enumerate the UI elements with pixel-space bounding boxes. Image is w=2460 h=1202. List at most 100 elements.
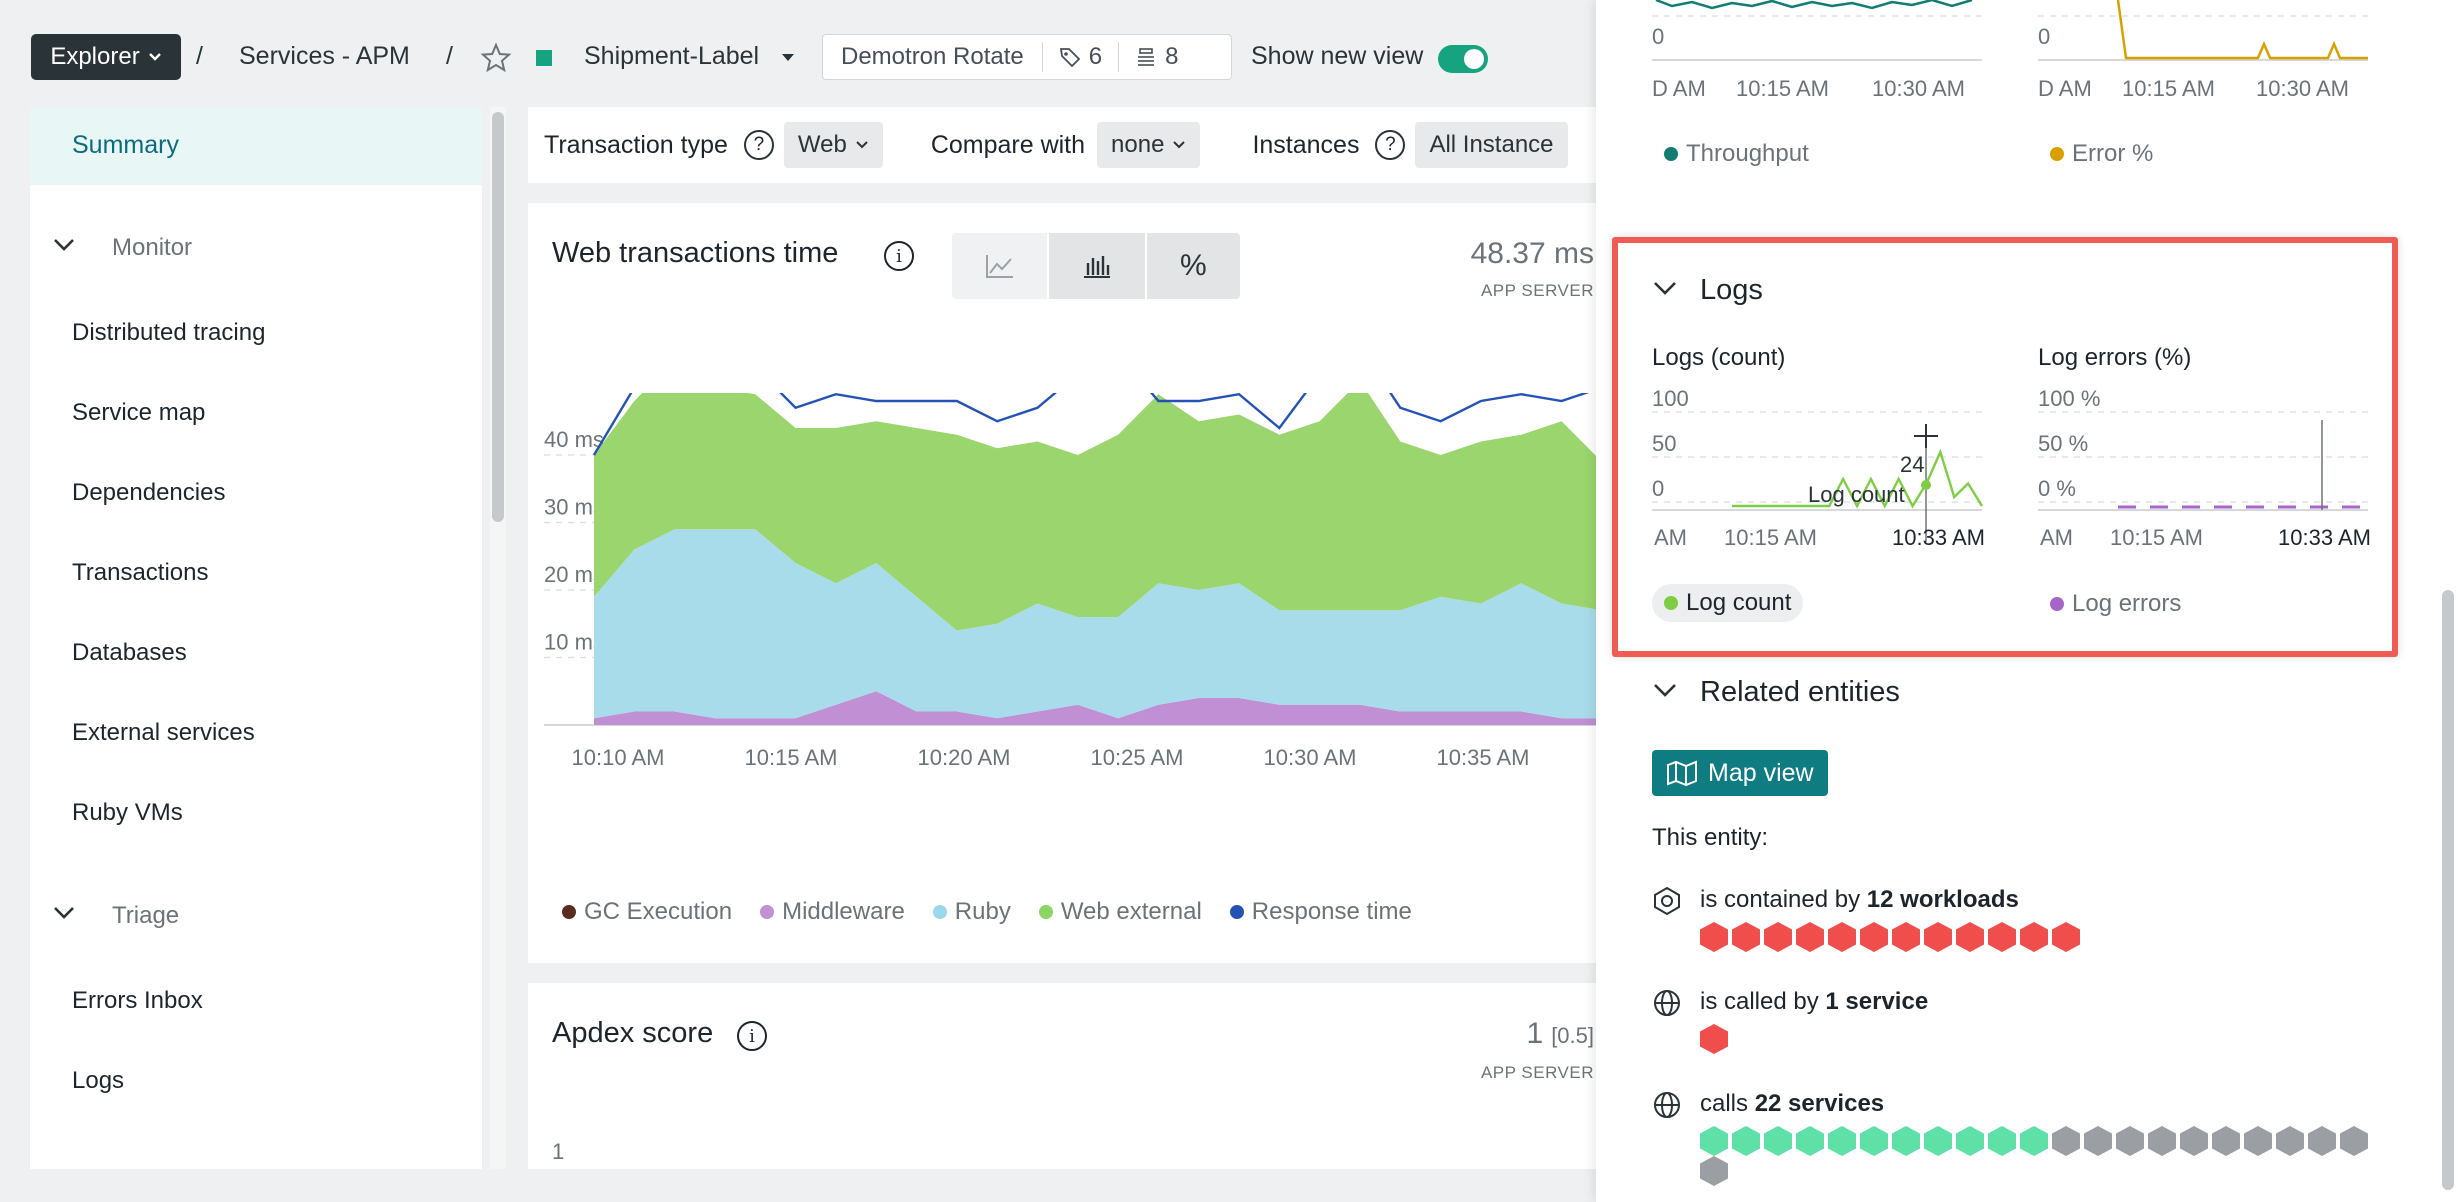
callee-service-hex[interactable] <box>2276 1126 2304 1156</box>
stacked-chart-mode-button[interactable] <box>1049 233 1145 299</box>
mini-x-tick: D AM <box>2038 76 2092 101</box>
callee-service-hex[interactable] <box>2308 1126 2336 1156</box>
workload-hex[interactable] <box>1796 922 1824 952</box>
callee-service-hex[interactable] <box>1796 1126 1824 1156</box>
caller-hex-list <box>1700 1024 1732 1054</box>
entity-metadata-bar[interactable]: Demotron Rotate 6 8 <box>822 34 1232 80</box>
sidebar-item-databases[interactable]: Databases <box>72 639 187 667</box>
sidebar-item-summary[interactable]: Summary <box>30 107 482 185</box>
favorite-star-icon[interactable] <box>480 42 512 74</box>
legend-item-error-rate[interactable]: Error % <box>2050 140 2153 168</box>
contained-by-count[interactable]: 12 workloads <box>1867 886 2019 913</box>
map-view-label: Map view <box>1708 758 1814 787</box>
sidebar-item-logs[interactable]: Logs <box>72 1067 124 1095</box>
callee-service-hex[interactable] <box>1700 1156 1728 1186</box>
workload-hex[interactable] <box>1860 922 1888 952</box>
workload-hex[interactable] <box>2020 922 2048 952</box>
workload-hex[interactable] <box>1732 922 1760 952</box>
callee-service-hex[interactable] <box>1924 1126 1952 1156</box>
sidebar-item-dependencies[interactable]: Dependencies <box>72 479 225 507</box>
chevron-down-icon[interactable] <box>52 905 76 921</box>
filter-bar: Transaction type ? Web Compare with none… <box>528 107 1618 183</box>
error-rate-mini-chart[interactable] <box>2038 0 2378 70</box>
help-icon[interactable]: ? <box>743 130 774 160</box>
map-view-button[interactable]: Map view <box>1652 750 1828 796</box>
callee-service-hex[interactable] <box>1700 1126 1728 1156</box>
help-icon[interactable]: ? <box>1375 130 1406 160</box>
web-transactions-chart[interactable]: 10 ms20 ms30 ms40 ms50 ms60 ms 10:10 AM1… <box>528 393 1618 863</box>
transaction-type-select[interactable]: Web <box>783 122 883 168</box>
panel-scrollbar-thumb[interactable] <box>2442 590 2454 1190</box>
callee-service-hex[interactable] <box>1732 1126 1760 1156</box>
info-icon[interactable]: i <box>737 1021 767 1051</box>
x-tick: 10:25 AM <box>1091 745 1184 770</box>
workload-hex[interactable] <box>1700 922 1728 952</box>
entity-dropdown-icon[interactable] <box>780 52 796 64</box>
legend-item-response-time[interactable]: Response time <box>1229 898 1412 926</box>
callee-service-hex[interactable] <box>2180 1126 2208 1156</box>
callee-service-hex[interactable] <box>1988 1126 2016 1156</box>
callee-service-hex[interactable] <box>1828 1126 1856 1156</box>
breadcrumb-separator: / <box>446 42 453 70</box>
throughput-mini-chart[interactable] <box>1652 0 1992 70</box>
chevron-down-icon[interactable] <box>52 237 76 253</box>
legend-item-throughput[interactable]: Throughput <box>1664 140 1809 168</box>
sidebar-item-ruby-vms[interactable]: Ruby VMs <box>72 799 183 827</box>
callee-service-hex[interactable] <box>2084 1126 2112 1156</box>
logs-highlight-box <box>1612 237 2398 657</box>
workload-hex[interactable] <box>1924 922 1952 952</box>
related-entities-title[interactable]: Related entities <box>1700 676 1900 709</box>
callee-service-hex[interactable] <box>2052 1126 2080 1156</box>
legend-dot <box>1229 905 1244 919</box>
callee-service-hex[interactable] <box>1956 1126 1984 1156</box>
callee-service-hex[interactable] <box>1764 1126 1792 1156</box>
compare-with-select[interactable]: none <box>1097 122 1201 168</box>
tag-icon <box>1059 48 1081 68</box>
legend-item-gc-execution[interactable]: GC Execution <box>562 898 732 926</box>
sidebar: Summary Monitor Distributed tracing Serv… <box>30 107 482 1169</box>
workload-hex[interactable] <box>2052 922 2080 952</box>
sidebar-item-errors-inbox[interactable]: Errors Inbox <box>72 987 203 1015</box>
sidebar-item-external-services[interactable]: External services <box>72 719 255 747</box>
legend-item-ruby[interactable]: Ruby <box>932 898 1011 926</box>
calls-count[interactable]: 22 services <box>1755 1090 1884 1117</box>
callee-service-hex[interactable] <box>1892 1126 1920 1156</box>
breadcrumb-services-apm[interactable]: Services - APM <box>239 42 410 71</box>
legend-item-middleware[interactable]: Middleware <box>760 898 905 926</box>
sidebar-scrollbar-thumb[interactable] <box>492 112 504 522</box>
sidebar-section-triage[interactable]: Triage <box>112 902 179 930</box>
workload-hex[interactable] <box>1764 922 1792 952</box>
mini-y-tick: 0 <box>1652 24 1665 49</box>
called-by-count[interactable]: 1 service <box>1825 988 1928 1015</box>
instances-select[interactable]: All Instance <box>1415 122 1568 168</box>
callee-service-hex[interactable] <box>1860 1126 1888 1156</box>
callee-service-hex[interactable] <box>2244 1126 2272 1156</box>
entity-name[interactable]: Shipment-Label <box>584 42 759 71</box>
callee-service-hex[interactable] <box>2020 1126 2048 1156</box>
sidebar-item-transactions[interactable]: Transactions <box>72 559 209 587</box>
calls-row: calls 22 services <box>1700 1090 1884 1118</box>
info-icon[interactable]: i <box>884 241 914 271</box>
line-chart-mode-button[interactable] <box>952 233 1048 299</box>
explorer-button[interactable]: Explorer <box>31 34 181 80</box>
show-new-view-toggle[interactable] <box>1438 45 1488 73</box>
callee-service-hex[interactable] <box>2340 1126 2368 1156</box>
callee-service-hex[interactable] <box>2212 1126 2240 1156</box>
chevron-down-icon[interactable] <box>1652 682 1678 700</box>
workload-hex[interactable] <box>1988 922 2016 952</box>
legend-label: GC Execution <box>584 898 733 925</box>
workload-hex[interactable] <box>1828 922 1856 952</box>
percent-mode-button[interactable]: % <box>1146 233 1240 299</box>
callee-service-hex[interactable] <box>2148 1126 2176 1156</box>
sidebar-item-service-map[interactable]: Service map <box>72 399 205 427</box>
workload-hex[interactable] <box>1956 922 1984 952</box>
web-tx-summary-label: APP SERVER <box>1480 281 1594 300</box>
apdex-value: 1 <box>1526 1017 1544 1050</box>
legend-item-web-external[interactable]: Web external <box>1038 898 1202 926</box>
caller-service-hex[interactable] <box>1700 1024 1728 1054</box>
callee-service-hex[interactable] <box>2116 1126 2144 1156</box>
sidebar-item-distributed-tracing[interactable]: Distributed tracing <box>72 319 265 347</box>
sidebar-section-monitor[interactable]: Monitor <box>112 234 192 262</box>
workload-hex[interactable] <box>1892 922 1920 952</box>
workload-hex-list <box>1700 922 2084 952</box>
